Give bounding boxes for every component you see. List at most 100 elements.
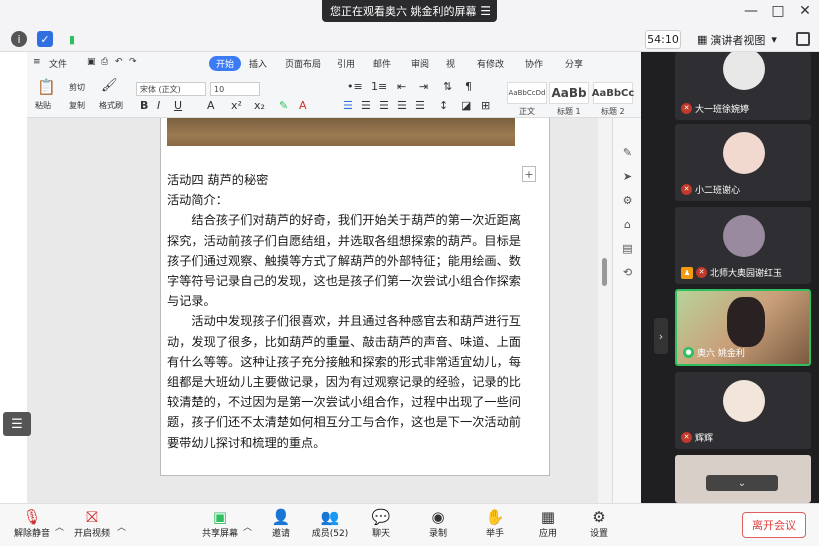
section-heading: 活动四 葫芦的秘密	[167, 173, 269, 187]
participant-tile[interactable]: ✕ 辉辉	[675, 372, 811, 449]
tab-file[interactable]: 文件	[49, 57, 67, 70]
align-center-icon[interactable]: ☰	[361, 99, 371, 112]
align-right-icon[interactable]: ☰	[379, 99, 389, 112]
close-icon[interactable]: ✕	[795, 3, 815, 19]
document-scrollbar[interactable]	[598, 118, 612, 503]
redo-icon[interactable]: ↷	[129, 57, 137, 67]
outdent-icon[interactable]: ⇤	[397, 80, 406, 93]
scroll-down-button[interactable]: ⌄	[706, 475, 778, 491]
revisions-button[interactable]: 有修改	[477, 57, 504, 70]
subscript-icon[interactable]: x₂	[254, 99, 265, 112]
line-spacing-icon[interactable]: ↕	[439, 99, 448, 112]
tab-home[interactable]: 开始	[209, 56, 242, 71]
bullets-icon[interactable]: •≡	[347, 80, 363, 93]
history-icon[interactable]: ⟲	[621, 266, 634, 279]
unmute-button[interactable]: 🎙 解除静音	[4, 507, 60, 545]
image-icon[interactable]: ▤	[621, 242, 634, 255]
italic-icon[interactable]: I	[157, 99, 160, 112]
chevron-up-icon[interactable]: ︿	[55, 520, 64, 533]
undo-icon[interactable]: ↶	[115, 57, 123, 67]
format-painter-icon[interactable]: 🖌	[101, 78, 118, 93]
sort-icon[interactable]: ⇅	[443, 80, 452, 93]
style-normal-preview[interactable]: AaBbCcDd	[507, 82, 547, 104]
collaborate-button[interactable]: 协作	[525, 57, 543, 70]
members-button[interactable]: 👥 成员(52)	[302, 507, 358, 545]
indent-icon[interactable]: ⇥	[419, 80, 428, 93]
raise-hand-button[interactable]: ✋ 举手	[467, 507, 523, 545]
pointer-icon[interactable]: ➤	[621, 170, 634, 183]
style-normal-label: 正文	[519, 107, 535, 116]
font-size-select[interactable]: 10	[210, 82, 260, 96]
participant-name: ✕ 辉辉	[681, 431, 713, 444]
numbering-icon[interactable]: 1≡	[371, 80, 387, 93]
justify-icon[interactable]: ☰	[397, 99, 407, 112]
border-icon[interactable]: ⊞	[481, 99, 490, 112]
bold-icon[interactable]: B	[140, 99, 148, 112]
tab-view[interactable]: 视	[446, 57, 455, 70]
view-mode-label: 演讲者视图	[710, 33, 766, 47]
share-screen-button[interactable]: ▣ 共享屏幕	[192, 507, 248, 545]
meeting-timer: 54:10	[645, 30, 681, 49]
copy-button[interactable]: 复制	[69, 100, 85, 111]
participant-tile-active-speaker[interactable]: ● 奥六 姚金利	[675, 289, 811, 366]
font-name-select[interactable]: 宋体 (正文)	[136, 82, 206, 96]
shading-icon[interactable]: ◪	[461, 99, 471, 112]
distribute-icon[interactable]: ☰	[415, 99, 425, 112]
record-button[interactable]: ◉ 录制	[410, 507, 466, 545]
info-icon[interactable]: i	[11, 31, 27, 47]
leave-meeting-button[interactable]: 离开会议	[742, 512, 806, 538]
align-left-icon[interactable]: ☰	[343, 99, 353, 112]
format-painter-label[interactable]: 格式刷	[99, 100, 123, 111]
collapse-panel-icon[interactable]: ›	[654, 318, 668, 354]
bookmark-icon[interactable]: ⌂	[621, 218, 634, 231]
settings-button[interactable]: ⚙ 设置	[571, 507, 627, 545]
mic-muted-icon: ✕	[696, 267, 707, 278]
superscript-icon[interactable]: x²	[231, 99, 242, 112]
invite-button[interactable]: 👤 邀请	[253, 507, 309, 545]
participant-tile[interactable]: ✕ 小二班谢心	[675, 124, 811, 201]
strikethrough-icon[interactable]: A	[207, 99, 215, 112]
paste-label[interactable]: 粘贴	[35, 100, 51, 111]
start-video-button[interactable]: ⛝ 开启视频	[64, 507, 120, 545]
cut-button[interactable]: 剪切	[69, 82, 85, 93]
fullscreen-icon[interactable]	[796, 32, 810, 46]
panel-divider	[641, 52, 671, 503]
print-icon[interactable]: ⎙	[101, 57, 108, 67]
add-block-button[interactable]: +	[522, 166, 536, 182]
shield-icon[interactable]: ✓	[37, 31, 53, 47]
underline-icon[interactable]: U	[174, 99, 182, 112]
sharing-text: 您正在观看奥六 姚金利的屏幕	[330, 5, 477, 18]
menu-icon[interactable]: ☰	[480, 4, 491, 18]
view-mode-button[interactable]: ▦ 演讲者视图 ▾	[697, 30, 787, 49]
save-icon[interactable]: ▣	[87, 57, 96, 67]
outline-list-icon[interactable]: ☰	[3, 412, 31, 436]
tab-references[interactable]: 引用	[337, 57, 355, 70]
apps-button[interactable]: ▦ 应用	[520, 507, 576, 545]
maximize-icon[interactable]: □	[768, 3, 788, 19]
pen-icon[interactable]: ✎	[621, 146, 634, 159]
tab-page-layout[interactable]: 页面布局	[285, 57, 321, 70]
style-heading1-preview[interactable]: AaBb	[549, 82, 589, 104]
meeting-window: 您正在观看奥六 姚金利的屏幕 ☰ — □ ✕ i ✓ ▮ 54:10 ▦ 演讲者…	[0, 0, 819, 546]
font-color-icon[interactable]: A	[299, 99, 307, 112]
chevron-up-icon[interactable]: ︿	[243, 520, 252, 533]
participant-tile[interactable]: ✕ 大一班徐婉婷	[675, 52, 811, 120]
adjust-icon[interactable]: ⚙	[621, 194, 634, 207]
chat-icon: 💬	[371, 508, 391, 526]
hamburger-icon[interactable]: ≡	[33, 57, 41, 67]
paste-icon[interactable]: 📋	[37, 78, 56, 96]
scrollbar-thumb[interactable]	[602, 258, 607, 286]
sharing-banner: 您正在观看奥六 姚金利的屏幕 ☰	[322, 0, 497, 22]
share-button[interactable]: 分享	[565, 57, 583, 70]
chat-button[interactable]: 💬 聊天	[353, 507, 409, 545]
style-heading2-preview[interactable]: AaBbCc	[592, 82, 634, 104]
tab-review[interactable]: 审阅	[411, 57, 429, 70]
show-marks-icon[interactable]: ¶	[465, 80, 472, 93]
signal-icon[interactable]: ▮	[64, 31, 80, 47]
tab-insert[interactable]: 插入	[249, 57, 267, 70]
tab-mail[interactable]: 邮件	[373, 57, 391, 70]
minimize-icon[interactable]: —	[741, 3, 761, 19]
chevron-up-icon[interactable]: ︿	[117, 520, 126, 533]
highlight-icon[interactable]: ✎	[279, 99, 288, 112]
participant-tile[interactable]: ♟ ✕ 北师大奥园谢红玉	[675, 207, 811, 284]
